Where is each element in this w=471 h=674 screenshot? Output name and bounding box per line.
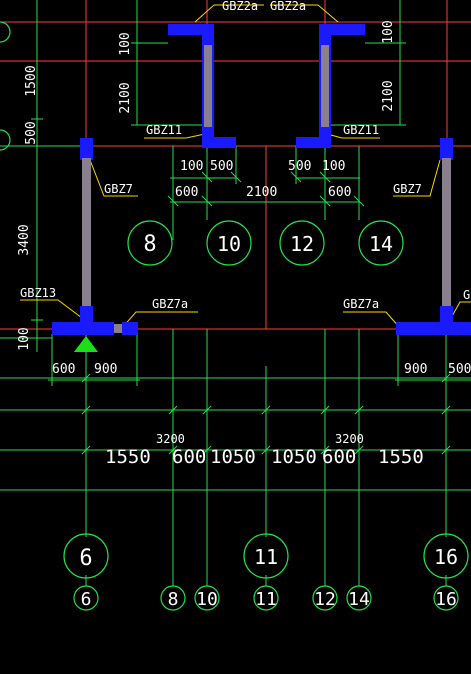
bubble-text-8: 8 [143,232,156,257]
bubble-text-14: 14 [369,232,393,256]
bubble-text-small-8: 8 [168,589,179,610]
label-g-cut: G [463,288,470,302]
label-gbz7a-left: GBZ7a [152,297,188,311]
dim-3200-right: 3200 [335,432,364,446]
wall-top-left [204,45,212,127]
cad-drawing: GBZ2a GBZ2a GBZ11 GBZ11 GBZ7 GBZ7 GBZ13 … [0,0,471,674]
dim-100-a: 100 [180,159,203,174]
column-top-right-foot [296,137,331,148]
dim-2100-right: 2100 [381,80,396,111]
column-left-mid [80,306,93,324]
label-gbz7a-right: GBZ7a [343,297,379,311]
dim-500-a: 500 [210,159,233,174]
label-gbz13: GBZ13 [20,286,56,300]
bubble-text-small-16: 16 [435,589,457,610]
label-gbz2a-right: GBZ2a [270,0,306,13]
column-right-top [440,138,453,160]
dim-500-bottom-right: 500 [448,362,471,377]
dim-600-b: 600 [328,185,351,200]
dim-100-top-right: 100 [381,20,396,43]
seg-1050-a: 1050 [210,446,256,468]
dim-900-bottom-left: 900 [94,362,117,377]
bubble-text-big-6: 6 [79,546,92,571]
dim-100-top-left: 100 [118,32,133,55]
seg-1050-b: 1050 [271,446,317,468]
column-top-left-foot [202,137,236,148]
label-gbz2a-left: GBZ2a [222,0,258,13]
bubble-text-12: 12 [290,232,314,256]
seg-600-b: 600 [322,446,356,468]
dim-2100-left: 2100 [118,82,133,113]
dim-100-b: 100 [322,159,345,174]
dim-500-side: 500 [24,121,39,144]
label-gbz7-right: GBZ7 [393,182,422,196]
bubble-text-small-12: 12 [314,589,336,610]
dim-3400: 3400 [17,224,32,255]
bubble-text-small-10: 10 [196,589,218,610]
dim-500-b: 500 [288,159,311,174]
seg-600-a: 600 [172,446,206,468]
wall-top-right [321,45,329,127]
column-left-base [52,322,114,335]
bubble-text-small-11: 11 [255,589,277,610]
column-left-top [80,138,93,160]
dim-100-side: 100 [17,327,32,350]
dim-2100-mid: 2100 [246,185,277,200]
dim-600-a: 600 [175,185,198,200]
bubble-text-big-16: 16 [434,545,458,569]
bubble-text-small-6: 6 [81,589,92,610]
column-left-end [122,322,138,335]
seg-1550-a: 1550 [105,446,151,468]
bubble-text-big-11: 11 [254,545,278,569]
dim-3200-left: 3200 [156,432,185,446]
label-gbz7-left: GBZ7 [104,182,133,196]
wall-right [442,158,451,310]
bubble-text-small-14: 14 [348,589,370,610]
label-gbz11-right: GBZ11 [343,123,379,137]
column-right-base [396,322,471,335]
dim-1500: 1500 [24,65,39,96]
dim-600-bottom-left: 600 [52,362,75,377]
dim-900-bottom-right: 900 [404,362,427,377]
wall-left [82,158,91,310]
label-gbz11-left: GBZ11 [146,123,182,137]
column-right-mid [440,306,453,324]
bubble-text-10: 10 [217,232,241,256]
seg-1550-b: 1550 [378,446,424,468]
